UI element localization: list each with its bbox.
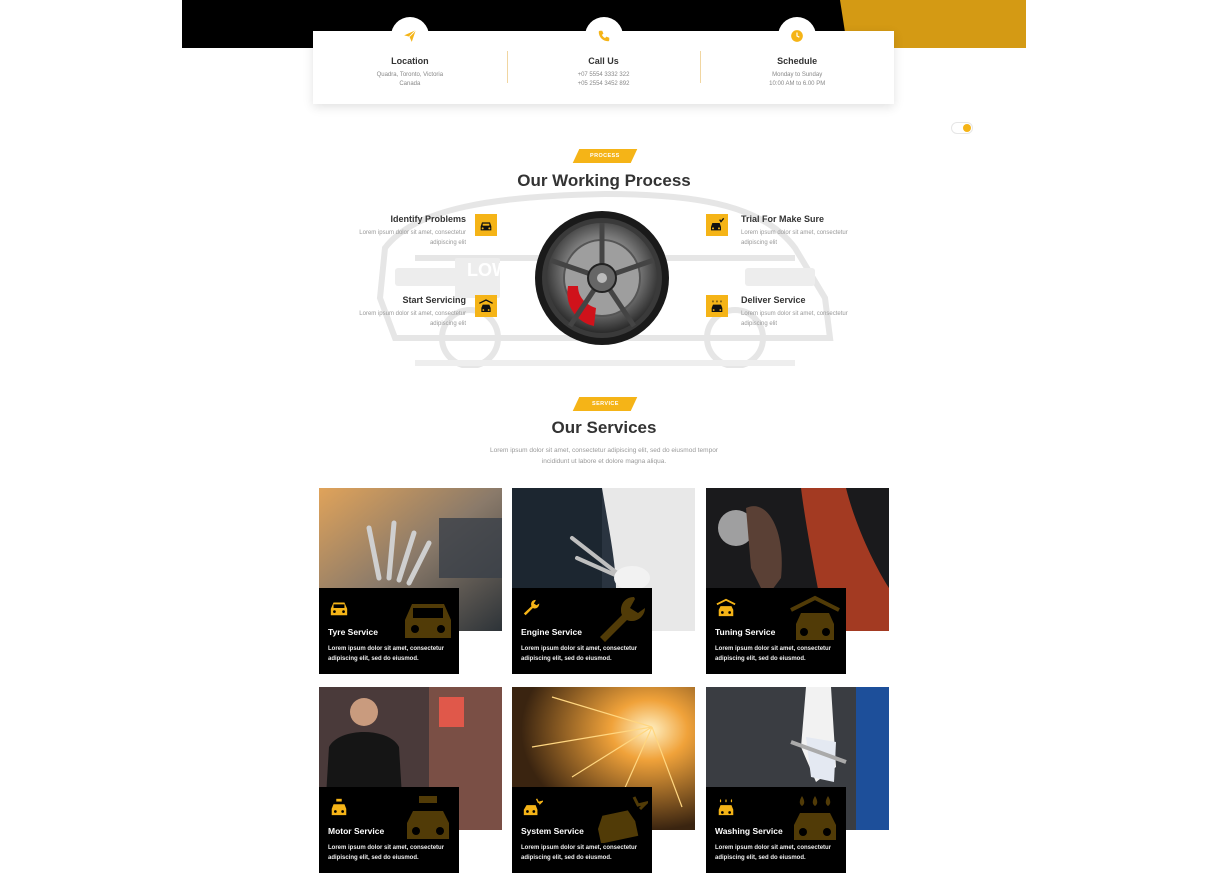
service-name: System Service: [521, 826, 584, 836]
service-card-washing[interactable]: Washing Service Lorem ipsum dolor sit am…: [706, 687, 889, 873]
service-desc: Lorem ipsum dolor sit amet, consectetur …: [328, 845, 445, 861]
service-name: Tuning Service: [715, 627, 776, 637]
service-badge: SERVICE: [572, 397, 638, 411]
clock-icon: [778, 17, 817, 55]
svg-text:LOW: LOW: [467, 260, 509, 280]
service-card-panel: Engine Service Lorem ipsum dolor sit ame…: [512, 588, 652, 674]
service-card-tuning[interactable]: Tuning Service Lorem ipsum dolor sit ame…: [706, 488, 889, 674]
service-card-panel: Tuning Service Lorem ipsum dolor sit ame…: [706, 588, 846, 674]
contact-location: Location Quadra, Toronto, Victoria Canad…: [313, 17, 507, 104]
contact-info-card: Location Quadra, Toronto, Victoria Canad…: [313, 17, 894, 104]
step-text: adipiscing elit: [741, 240, 778, 246]
contact-line: 10:00 AM to 6.00 PM: [769, 81, 826, 87]
process-step-identify: Identify Problems Lorem ipsum dolor sit …: [306, 214, 466, 248]
contact-line: Quadra, Toronto, Victoria: [376, 72, 444, 78]
service-card-panel: System Service Lorem ipsum dolor sit ame…: [512, 787, 652, 873]
service-card-panel: Tyre Service Lorem ipsum dolor sit amet,…: [319, 588, 459, 674]
toggle-knob: [963, 124, 971, 132]
service-name: Washing Service: [715, 826, 783, 836]
car-repair-icon: [331, 798, 347, 816]
step-title: Trial For Make Sure: [741, 214, 825, 224]
service-name: Engine Service: [521, 627, 582, 637]
step-text: Lorem ipsum dolor sit amet, consectetur: [359, 311, 466, 317]
step-title: Identify Problems: [390, 214, 466, 224]
service-desc: Lorem ipsum dolor sit amet, consectetur …: [715, 845, 832, 861]
service-desc: Lorem ipsum dolor sit amet, consectetur …: [521, 845, 638, 861]
services-subtitle: Lorem ipsum dolor sit amet, consectetur …: [490, 447, 718, 454]
car-garage-icon: [475, 295, 497, 317]
service-name: Tyre Service: [328, 627, 378, 637]
car-check-icon: [706, 214, 728, 236]
contact-schedule: Schedule Monday to Sunday 10:00 AM to 6.…: [700, 17, 894, 104]
car-crash-icon: [523, 798, 543, 816]
car-icon: [405, 604, 451, 638]
car-wash-icon: [718, 798, 734, 816]
car-front-icon: [475, 214, 497, 236]
service-card-panel: Motor Service Lorem ipsum dolor sit amet…: [319, 787, 459, 873]
step-title: Deliver Service: [741, 295, 806, 305]
service-name: Motor Service: [328, 826, 385, 836]
step-text: adipiscing elit: [429, 321, 466, 327]
car-garage-icon: [790, 595, 840, 640]
step-text: Lorem ipsum dolor sit amet, consectetur: [359, 230, 466, 236]
step-text: Lorem ipsum dolor sit amet, consectetur: [741, 311, 848, 317]
step-text: adipiscing elit: [741, 321, 778, 327]
services-subtitle: incididunt ut labore et dolore magna ali…: [541, 458, 667, 465]
process-step-trial: Trial For Make Sure Lorem ipsum dolor si…: [741, 214, 901, 248]
service-desc: Lorem ipsum dolor sit amet, consectetur …: [521, 646, 638, 662]
theme-toggle[interactable]: [951, 122, 973, 134]
process-badge-label: PROCESS: [590, 153, 620, 159]
contact-title: Schedule: [777, 56, 818, 66]
service-card-panel: Washing Service Lorem ipsum dolor sit am…: [706, 787, 846, 873]
car-crash-icon: [597, 796, 648, 843]
process-badge: PROCESS: [572, 149, 638, 163]
paper-plane-icon: [390, 17, 429, 55]
step-text: adipiscing elit: [429, 240, 466, 246]
wrench-icon: [523, 599, 540, 616]
contact-line: Canada: [399, 81, 421, 87]
contact-line: +07 5554 3332 322: [577, 72, 630, 78]
service-desc: Lorem ipsum dolor sit amet, consectetur …: [328, 646, 445, 662]
car-wash-icon: [706, 295, 728, 317]
services-title: Our Services: [551, 418, 657, 437]
service-card-tyre[interactable]: Tyre Service Lorem ipsum dolor sit amet,…: [319, 488, 502, 674]
service-card-motor[interactable]: Motor Service Lorem ipsum dolor sit amet…: [319, 687, 502, 873]
contact-call: Call Us +07 5554 3332 322 +05 2554 3452 …: [506, 17, 701, 104]
phone-icon: [584, 17, 623, 55]
contact-line: Monday to Sunday: [772, 72, 823, 78]
car-icon: [330, 602, 348, 616]
car-repair-icon: [407, 796, 449, 839]
process-step-deliver: Deliver Service Lorem ipsum dolor sit am…: [741, 295, 901, 329]
contact-title: Call Us: [588, 56, 619, 66]
contact-title: Location: [391, 56, 429, 66]
contact-line: +05 2554 3452 892: [577, 81, 630, 87]
service-card-engine[interactable]: Engine Service Lorem ipsum dolor sit ame…: [512, 488, 695, 674]
step-title: Start Servicing: [402, 295, 466, 305]
service-desc: Lorem ipsum dolor sit amet, consectetur …: [715, 646, 832, 662]
wrench-icon: [600, 597, 645, 642]
wheel-image: [535, 211, 669, 345]
process-step-start: Start Servicing Lorem ipsum dolor sit am…: [306, 295, 466, 329]
car-garage-icon: [716, 598, 736, 617]
car-wash-icon: [794, 796, 836, 840]
step-text: Lorem ipsum dolor sit amet, consectetur: [741, 230, 848, 236]
service-card-system[interactable]: System Service Lorem ipsum dolor sit ame…: [512, 687, 695, 873]
service-badge-label: SERVICE: [591, 401, 619, 407]
